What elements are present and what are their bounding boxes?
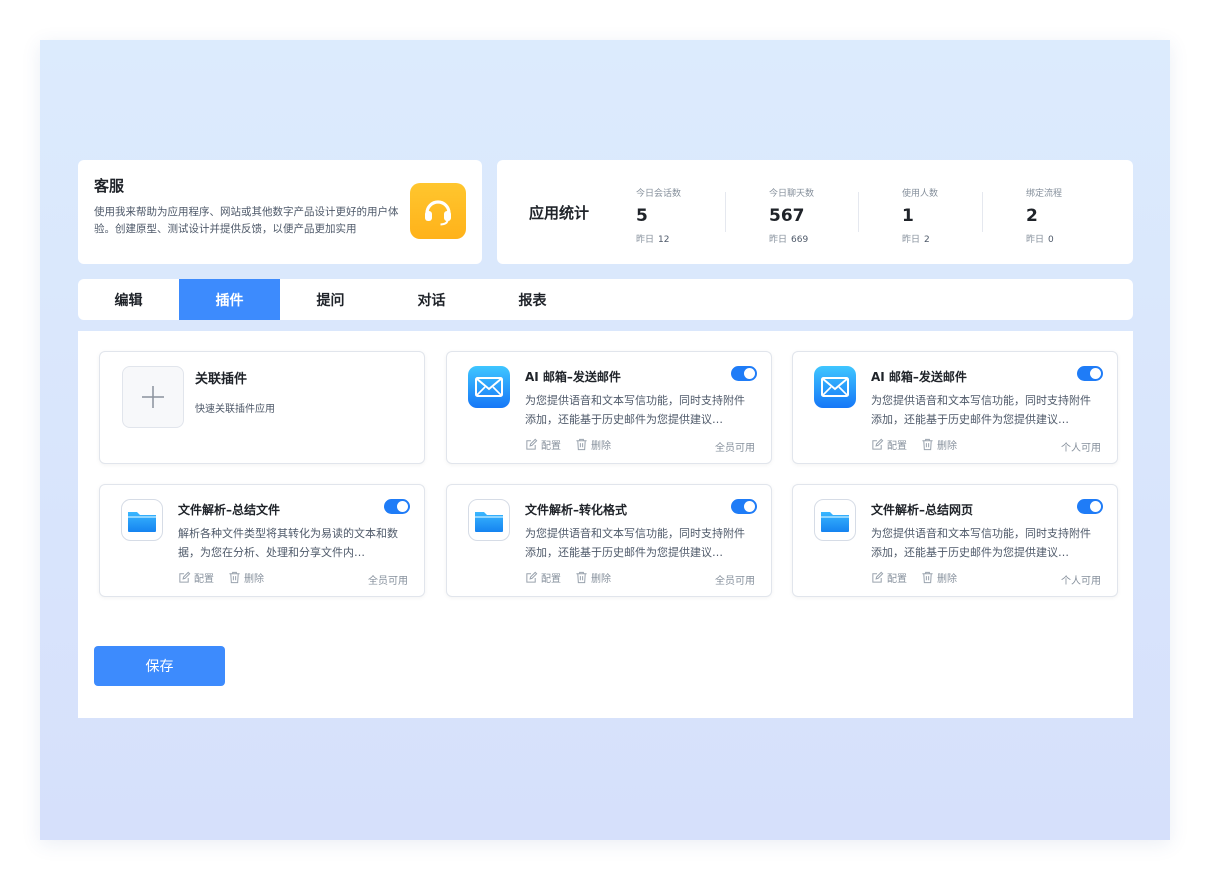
plugin-actions: 配置 删除	[871, 437, 957, 452]
divider	[725, 192, 726, 232]
stats-card: 应用统计 今日会话数 5 昨日 12 今日聊天数 567 昨日 669 使用人数 1…	[497, 160, 1133, 264]
plugin-actions: 配置 删除	[525, 437, 611, 452]
stat-yesterday: 昨日 669	[769, 235, 809, 245]
tab-bar: 编辑 插件 提问 对话 报表	[78, 279, 1133, 320]
plugin-description: 为您提供语音和文本写信功能，同时支持附件添加，还能基于历史邮件为您提供建议…	[871, 527, 1091, 559]
stat-value: 1	[902, 206, 914, 226]
plugin-name: AI 邮箱–发送邮件	[525, 370, 621, 384]
plugin-card: AI 邮箱–发送邮件 为您提供语音和文本写信功能，同时支持附件添加，还能基于历史…	[446, 351, 772, 464]
stat-today-sessions: 今日会话数 5 昨日 12	[636, 188, 681, 246]
folder-icon	[468, 499, 510, 541]
plugin-toggle[interactable]	[731, 499, 757, 514]
trash-icon	[921, 438, 934, 451]
delete-button[interactable]: 删除	[228, 570, 264, 585]
delete-button[interactable]: 删除	[921, 437, 957, 452]
plugin-card: 文件解析–总结网页 为您提供语音和文本写信功能，同时支持附件添加，还能基于历史邮…	[792, 484, 1118, 597]
delete-button[interactable]: 删除	[921, 570, 957, 585]
stat-yesterday: 昨日 0	[1026, 235, 1054, 245]
config-button[interactable]: 配置	[525, 437, 561, 452]
stat-value: 2	[1026, 206, 1038, 226]
plugin-toggle[interactable]	[1077, 499, 1103, 514]
plugin-actions: 配置 删除	[178, 570, 264, 585]
plugin-name: AI 邮箱–发送邮件	[871, 370, 967, 384]
folder-icon	[814, 499, 856, 541]
add-plugin-title: 关联插件	[195, 372, 248, 387]
plugin-scope: 个人可用	[1061, 576, 1101, 587]
plugin-description: 为您提供语音和文本写信功能，同时支持附件添加，还能基于历史邮件为您提供建议…	[525, 394, 745, 426]
tab-reports[interactable]: 报表	[482, 279, 583, 320]
plugin-name: 文件解析–总结网页	[871, 503, 974, 517]
stat-label: 使用人数	[902, 189, 939, 199]
config-button[interactable]: 配置	[871, 570, 907, 585]
stat-users: 使用人数 1 昨日 2	[902, 188, 938, 246]
delete-button[interactable]: 删除	[575, 437, 611, 452]
stat-value: 567	[769, 206, 805, 226]
headset-icon	[410, 183, 466, 239]
app-frame: 客服 使用我来帮助为应用程序、网站或其他数字产品设计更好的用户体验。创建原型、测…	[40, 40, 1170, 840]
plugin-scope: 全员可用	[715, 576, 755, 587]
stat-bound-flows: 绑定流程 2 昨日 0	[1026, 188, 1062, 246]
edit-icon	[871, 438, 884, 451]
trash-icon	[921, 571, 934, 584]
trash-icon	[228, 571, 241, 584]
app-description: 使用我来帮助为应用程序、网站或其他数字产品设计更好的用户体验。创建原型、测试设计…	[94, 206, 399, 235]
divider	[858, 192, 859, 232]
tab-questions[interactable]: 提问	[280, 279, 381, 320]
plugin-name: 文件解析–转化格式	[525, 503, 628, 517]
divider	[982, 192, 983, 232]
plugin-description: 为您提供语音和文本写信功能，同时支持附件添加，还能基于历史邮件为您提供建议…	[525, 527, 745, 559]
plugin-scope: 全员可用	[715, 443, 755, 454]
plugin-toggle[interactable]	[384, 499, 410, 514]
config-button[interactable]: 配置	[525, 570, 561, 585]
add-plugin-description: 快速关联插件应用	[195, 404, 275, 415]
delete-button[interactable]: 删除	[575, 570, 611, 585]
plugin-actions: 配置 删除	[525, 570, 611, 585]
plugin-card: 文件解析–总结文件 解析各种文件类型将其转化为易读的文本和数据，为您在分析、处理…	[99, 484, 425, 597]
plugin-scope: 个人可用	[1061, 443, 1101, 454]
app-info-card: 客服 使用我来帮助为应用程序、网站或其他数字产品设计更好的用户体验。创建原型、测…	[78, 160, 482, 264]
plugin-actions: 配置 删除	[871, 570, 957, 585]
plugin-card: AI 邮箱–发送邮件 为您提供语音和文本写信功能，同时支持附件添加，还能基于历史…	[792, 351, 1118, 464]
plugin-description: 解析各种文件类型将其转化为易读的文本和数据，为您在分析、处理和分享文件内…	[178, 527, 398, 559]
save-button[interactable]: 保存	[94, 646, 225, 686]
stat-today-chats: 今日聊天数 567 昨日 669	[769, 188, 814, 246]
stat-yesterday: 昨日 12	[636, 235, 670, 245]
folder-icon	[121, 499, 163, 541]
config-button[interactable]: 配置	[178, 570, 214, 585]
tab-edit[interactable]: 编辑	[78, 279, 179, 320]
tab-plugins[interactable]: 插件	[179, 279, 280, 320]
plugin-card: 文件解析–转化格式 为您提供语音和文本写信功能，同时支持附件添加，还能基于历史邮…	[446, 484, 772, 597]
edit-icon	[871, 571, 884, 584]
stat-label: 绑定流程	[1026, 189, 1063, 199]
stat-yesterday: 昨日 2	[902, 235, 930, 245]
plugin-toggle[interactable]	[1077, 366, 1103, 381]
plugin-toggle[interactable]	[731, 366, 757, 381]
plus-icon[interactable]	[122, 366, 184, 428]
edit-icon	[525, 571, 538, 584]
stat-label: 今日会话数	[636, 189, 682, 199]
plugins-panel: 关联插件 快速关联插件应用 AI 邮箱–发送邮件 为您提供语音和文本写信功能，同…	[78, 331, 1133, 718]
trash-icon	[575, 571, 588, 584]
plugin-scope: 全员可用	[368, 576, 408, 587]
stats-title: 应用统计	[529, 204, 590, 222]
plugin-description: 为您提供语音和文本写信功能，同时支持附件添加，还能基于历史邮件为您提供建议…	[871, 394, 1091, 426]
edit-icon	[178, 571, 191, 584]
mail-icon	[468, 366, 510, 408]
trash-icon	[575, 438, 588, 451]
stat-value: 5	[636, 206, 648, 226]
config-button[interactable]: 配置	[871, 437, 907, 452]
edit-icon	[525, 438, 538, 451]
tab-conversation[interactable]: 对话	[381, 279, 482, 320]
add-plugin-card[interactable]: 关联插件 快速关联插件应用	[99, 351, 425, 464]
stat-label: 今日聊天数	[769, 189, 815, 199]
plugin-name: 文件解析–总结文件	[178, 503, 281, 517]
mail-icon	[814, 366, 856, 408]
